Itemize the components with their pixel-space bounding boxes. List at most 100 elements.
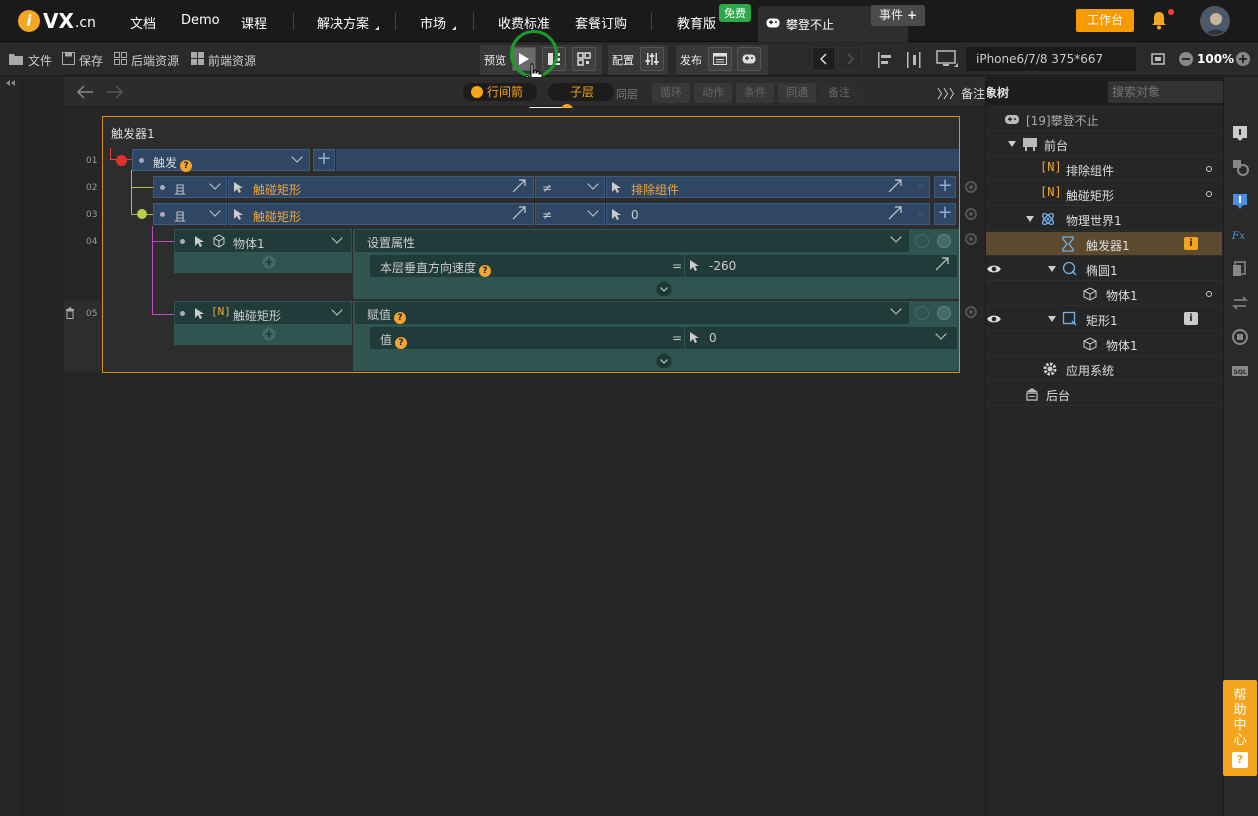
help-center-button[interactable]: 帮助中心 ? <box>1223 680 1257 776</box>
left-operand-select[interactable]: 触碰矩形 <box>228 203 534 225</box>
tree-item-ellipse[interactable]: 椭圆1 <box>986 257 1222 281</box>
object-search-input[interactable] <box>1108 81 1232 103</box>
tree-item-trigger[interactable]: 触发器1 i <box>986 232 1222 256</box>
gear-icon[interactable] <box>964 305 978 319</box>
info-panel-icon[interactable] <box>1231 124 1249 142</box>
bell-icon[interactable] <box>1150 10 1168 30</box>
nav-package[interactable]: 套餐订购 <box>575 13 627 32</box>
refresh-button[interactable] <box>915 306 929 320</box>
publish-game-button[interactable] <box>737 47 761 71</box>
expand-icon[interactable] <box>935 257 949 271</box>
eye-icon[interactable] <box>986 311 1002 327</box>
tree-item-physics-world[interactable]: 物理世界1 <box>986 207 1222 231</box>
add-condition-button[interactable]: + <box>313 149 335 171</box>
trigger-event-select[interactable]: 触发? <box>132 149 310 172</box>
fit-screen-icon[interactable] <box>1150 51 1166 67</box>
action-type-select[interactable]: 赋值? <box>355 302 909 324</box>
publish-web-button[interactable] <box>708 47 732 71</box>
sql-icon[interactable]: SQL <box>1231 362 1249 380</box>
collapse-left-icon[interactable] <box>6 80 16 86</box>
expand-icon[interactable] <box>888 179 902 193</box>
expand-icon[interactable] <box>512 206 526 220</box>
arrow-right-icon[interactable] <box>106 84 124 100</box>
settings-dot-button[interactable] <box>937 306 951 320</box>
trash-icon[interactable] <box>65 307 75 319</box>
add-event-button[interactable]: 事件 + <box>871 5 925 26</box>
visibility-dot[interactable] <box>1206 191 1212 197</box>
plugin-icon[interactable] <box>1231 328 1249 346</box>
action-target-select[interactable]: [N] 触碰矩形 <box>174 301 352 325</box>
gear-icon[interactable] <box>964 232 978 246</box>
forward-page-button[interactable] <box>838 47 862 71</box>
expand-triangle-icon[interactable] <box>1048 266 1056 272</box>
tree-item-exclude[interactable]: [N] 排除组件 <box>986 157 1222 181</box>
back-page-button[interactable] <box>812 47 836 71</box>
nav-demo[interactable]: Demo <box>181 13 220 28</box>
tree-item-frontstage[interactable]: 前台 <box>986 132 1222 156</box>
file-menu[interactable]: 文件 <box>28 52 52 69</box>
condition-button[interactable]: 条件 <box>736 83 774 103</box>
sync-button[interactable]: 同通 <box>778 83 816 103</box>
gear-icon[interactable] <box>964 180 978 194</box>
components-icon[interactable] <box>1231 158 1249 176</box>
info-badge-icon[interactable]: i <box>1184 312 1198 325</box>
add-circle-icon[interactable] <box>262 327 276 341</box>
logic-op-select[interactable]: 且 <box>153 203 227 225</box>
tree-item-backstage[interactable]: 后台 <box>986 382 1222 406</box>
monitor-icon[interactable] <box>936 50 958 68</box>
frontend-resources[interactable]: 前端资源 <box>208 52 256 69</box>
tree-item-project[interactable]: [19]攀登不止 <box>986 107 1222 131</box>
align-icon[interactable] <box>877 52 895 68</box>
nav-solutions[interactable]: 解决方案 <box>317 13 380 32</box>
swap-icon[interactable] <box>1231 294 1249 312</box>
visibility-dot[interactable] <box>1206 166 1212 172</box>
nav-course[interactable]: 课程 <box>241 13 267 32</box>
right-operand-select[interactable]: 排除组件 × <box>606 176 930 198</box>
avatar[interactable] <box>1200 6 1230 36</box>
tree-item-rect[interactable]: 矩形1 i <box>986 307 1222 331</box>
tree-item-body-2[interactable]: 物体1 <box>986 332 1222 356</box>
left-operand-select[interactable]: 触碰矩形 <box>228 176 534 198</box>
function-icon[interactable]: Fx <box>1231 226 1249 244</box>
add-condition-button[interactable]: + <box>934 176 956 198</box>
sublayer-toggle[interactable]: 子层 <box>548 83 614 116</box>
zoom-out-icon[interactable] <box>1178 51 1194 67</box>
property-value-select[interactable]: 0 <box>685 327 957 349</box>
nav-edu[interactable]: 教育版 <box>677 13 716 32</box>
comparator-select[interactable]: ≠ <box>535 176 605 198</box>
info-badge-icon[interactable]: i <box>1184 237 1198 250</box>
expand-triangle-icon[interactable] <box>1008 141 1016 147</box>
config-button[interactable] <box>640 47 664 71</box>
close-icon[interactable]: × <box>916 207 925 220</box>
help-icon[interactable]: ? <box>395 337 408 349</box>
qr-preview-button[interactable] <box>572 47 596 71</box>
expand-triangle-icon[interactable] <box>1048 316 1056 322</box>
collapse-down-icon[interactable] <box>656 353 672 369</box>
left-collapse-bar[interactable] <box>0 77 22 816</box>
distribute-icon[interactable] <box>905 52 923 68</box>
expand-icon[interactable] <box>888 206 902 220</box>
action-target-select[interactable]: 物体1 <box>174 229 352 253</box>
action-button[interactable]: 动作 <box>694 83 732 103</box>
help-icon[interactable]: ? <box>394 312 407 324</box>
gear-icon[interactable] <box>964 207 978 221</box>
property-value-select[interactable]: -260 <box>685 255 957 277</box>
copy-icon[interactable] <box>1231 260 1249 278</box>
arrow-left-icon[interactable] <box>76 84 94 100</box>
inline-arrow-toggle[interactable]: 行间箭 <box>463 83 537 101</box>
action-type-select[interactable]: 设置属性 <box>355 230 909 252</box>
logic-op-select[interactable]: 且 <box>153 176 227 198</box>
help-icon[interactable]: ? <box>180 160 193 172</box>
collapse-down-icon[interactable] <box>656 281 672 297</box>
refresh-button[interactable] <box>915 234 929 248</box>
right-operand-select[interactable]: 0 × <box>606 203 930 225</box>
notes-link[interactable]: 〉〉〉备注 <box>937 85 985 102</box>
tree-item-touch-rect[interactable]: [N] 触碰矩形 <box>986 182 1222 206</box>
add-circle-icon[interactable] <box>262 255 276 269</box>
tree-item-app-system[interactable]: 应用系统 <box>986 357 1222 381</box>
comparator-select[interactable]: ≠ <box>535 203 605 225</box>
nav-pricing[interactable]: 收费标准 <box>498 13 550 32</box>
breakpoint-dot[interactable] <box>116 155 127 166</box>
nav-market[interactable]: 市场 <box>420 13 457 32</box>
device-selector[interactable]: iPhone6/7/8 375*667 <box>966 47 1136 71</box>
